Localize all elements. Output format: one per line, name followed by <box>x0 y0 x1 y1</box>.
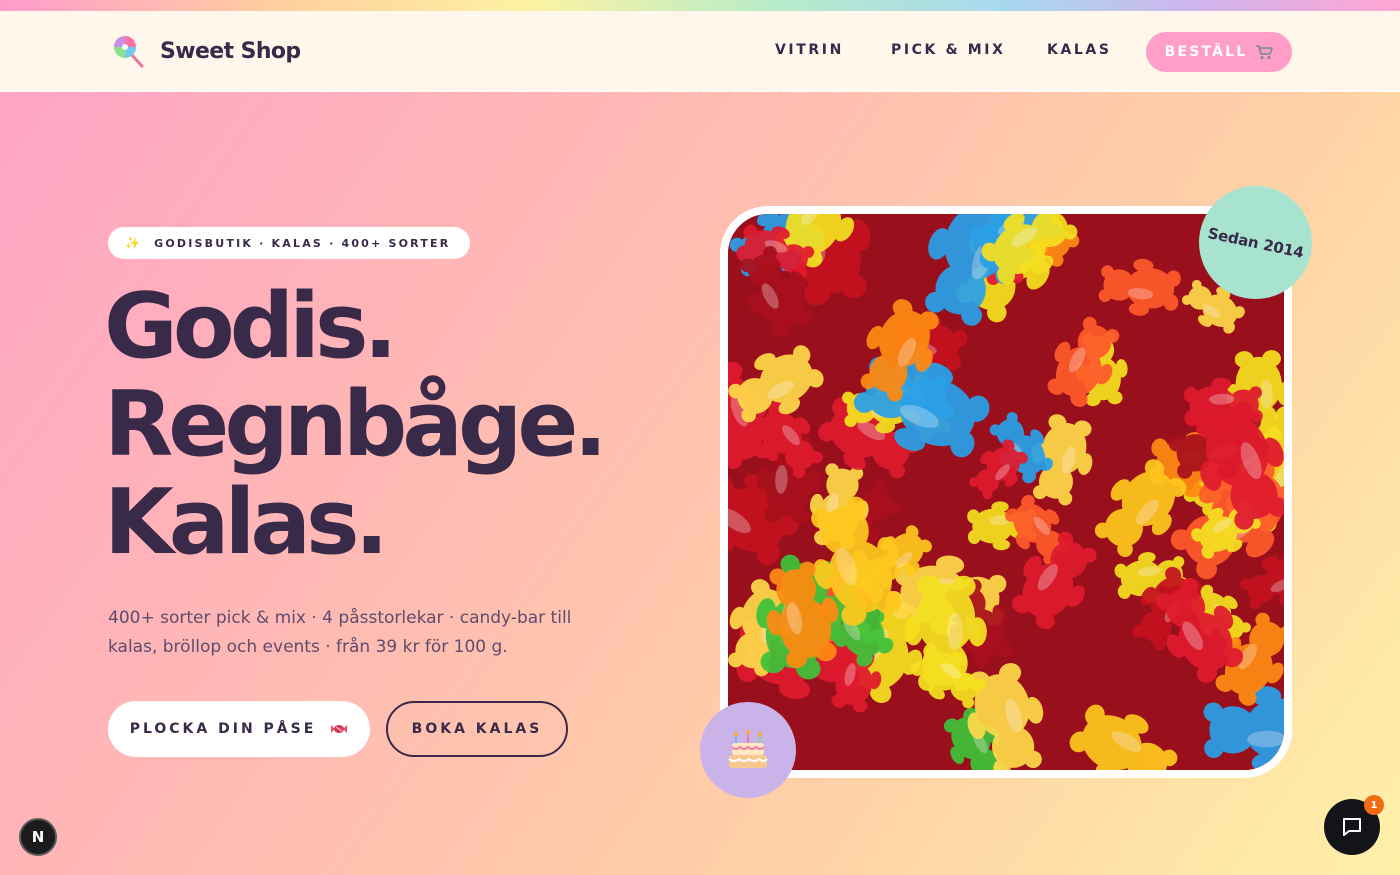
nav-link-vitrin[interactable]: VITRIN <box>775 42 844 58</box>
cart-icon <box>1256 45 1274 59</box>
order-button-label: BESTÄLL <box>1164 44 1248 60</box>
pick-bag-button[interactable]: PLOCKA DIN PÅSE <box>108 701 370 757</box>
book-party-button[interactable]: BOKA KALAS <box>386 701 568 757</box>
headline-line-1: Godis. <box>104 274 398 379</box>
chat-icon <box>1343 818 1361 836</box>
candy-icon <box>331 725 348 733</box>
birthday-cake-icon <box>728 729 768 768</box>
pick-bag-button-label: PLOCKA DIN PÅSE <box>129 721 317 737</box>
since-badge: Sedan 2014 <box>1199 186 1312 299</box>
nav-link-pick-mix[interactable]: PICK & MIX <box>891 42 1005 58</box>
lollipop-icon <box>114 36 144 68</box>
headline-line-3: Kalas. <box>104 470 389 575</box>
hero-description: 400+ sorter pick & mix · 4 påsstorlekar … <box>108 608 572 657</box>
headline-line-2: Regnbåge. <box>104 372 608 477</box>
cake-badge <box>700 702 796 798</box>
nav-link-kalas[interactable]: KALAS <box>1047 42 1112 58</box>
dev-n-badge[interactable]: N <box>19 818 57 856</box>
gummy-bears-image <box>728 214 1284 770</box>
gummy-bears-photo <box>720 206 1292 778</box>
sparkles-icon: ✨ <box>125 236 143 250</box>
hero-tag-text: GODISBUTIK · KALAS · 400+ SORTER <box>154 236 451 250</box>
since-badge-text: Sedan 2014 <box>1205 223 1306 262</box>
book-party-button-label: BOKA KALAS <box>411 721 543 737</box>
brand-name: Sweet Shop <box>160 38 301 64</box>
hero-tag-pill: ✨ GODISBUTIK · KALAS · 400+ SORTER <box>108 227 470 259</box>
chat-notification-count: 1 <box>1364 795 1384 815</box>
order-button[interactable]: BESTÄLL <box>1146 32 1292 72</box>
hero-headline: Godis. Regnbåge. Kalas. <box>104 274 608 575</box>
rainbow-top-bar <box>0 0 1400 11</box>
top-navigation: Sweet Shop VITRIN PICK & MIX KALAS BESTÄ… <box>0 11 1400 92</box>
brand-logo[interactable]: Sweet Shop <box>112 34 301 68</box>
